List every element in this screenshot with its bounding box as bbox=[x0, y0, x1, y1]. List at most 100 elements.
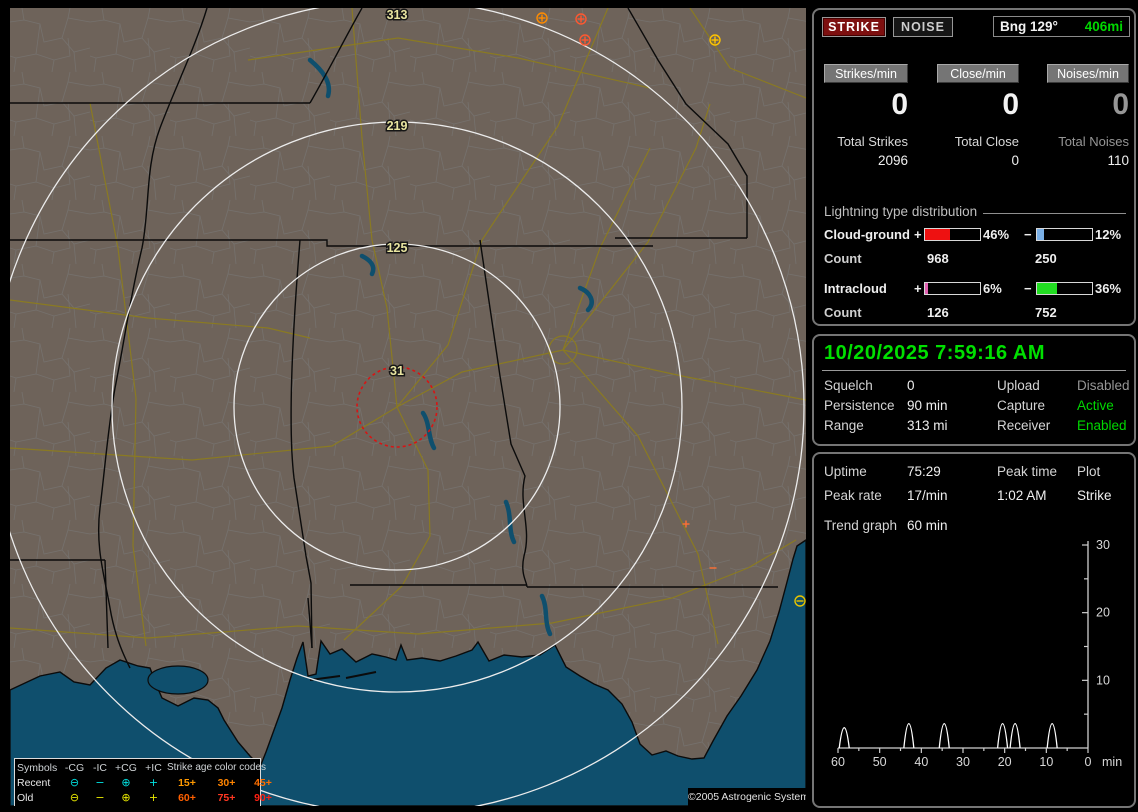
legend-header-neg-ic: -IC bbox=[93, 761, 107, 774]
squelch-label: Squelch bbox=[824, 378, 873, 393]
age-30: 30+ bbox=[217, 776, 236, 789]
plus-sign: + bbox=[914, 227, 922, 242]
intracloud-row: Intracloud + 6% − 36% bbox=[814, 281, 1138, 297]
ic-negative-bar bbox=[1036, 282, 1093, 295]
cg-positive-count: 968 bbox=[927, 251, 949, 266]
neg-cg-old-icon: ⊖ bbox=[69, 791, 80, 804]
strike-marker-+CG bbox=[575, 13, 587, 25]
trend-peak bbox=[938, 723, 950, 749]
trend-graph-label: Trend graph bbox=[824, 518, 898, 533]
x-axis-unit: min bbox=[1102, 755, 1122, 769]
ring-label-219: 219 bbox=[387, 119, 408, 133]
peak-time-value: 1:02 AM bbox=[997, 488, 1047, 503]
x-tick-label: 20 bbox=[998, 755, 1012, 769]
ic-positive-count: 126 bbox=[927, 305, 949, 320]
pos-ic-old-icon: + bbox=[148, 791, 159, 804]
lake-pontchartrain bbox=[147, 665, 209, 695]
y-tick-label: 10 bbox=[1096, 673, 1110, 687]
intracloud-label: Intracloud bbox=[824, 281, 887, 296]
cloud-ground-count-row: Count 968 250 bbox=[814, 251, 1138, 267]
divider bbox=[822, 370, 1126, 371]
trend-peak bbox=[996, 723, 1009, 749]
noise-mode-button[interactable]: NOISE bbox=[893, 17, 953, 37]
x-tick-label: 60 bbox=[831, 755, 845, 769]
persistence-label: Persistence bbox=[824, 398, 895, 413]
strike-stats-panel: STRIKE NOISE Bng 129° 406mi Strikes/min … bbox=[812, 8, 1136, 326]
minus-sign: − bbox=[1024, 227, 1032, 242]
ring-label-125: 125 bbox=[387, 241, 408, 255]
neg-ic-old-icon: − bbox=[95, 791, 105, 804]
receiver-status-panel: 10/20/2025 7:59:16 AM Squelch 0 Upload D… bbox=[812, 334, 1136, 446]
legend-header-age: Strike age color codes bbox=[167, 762, 266, 773]
capture-value: Active bbox=[1077, 398, 1114, 413]
map-svg: 31 125 219 313 bbox=[10, 8, 806, 806]
cg-negative-pct: 12% bbox=[1095, 227, 1122, 242]
cloud-ground-label: Cloud-ground bbox=[824, 227, 910, 242]
total-noises-label: Total Noises bbox=[1058, 134, 1129, 149]
total-noises-value: 110 bbox=[1107, 153, 1129, 168]
total-close-label: Total Close bbox=[954, 134, 1019, 149]
peak-rate-value: 17/min bbox=[907, 488, 948, 503]
squelch-value: 0 bbox=[907, 378, 915, 393]
bearing-readout: Bng 129° 406mi bbox=[993, 16, 1130, 37]
trend-peak bbox=[903, 723, 915, 749]
cg-negative-bar bbox=[1036, 228, 1093, 241]
x-tick-label: 40 bbox=[914, 755, 928, 769]
pos-cg-old-icon: ⊕ bbox=[121, 791, 131, 804]
legend-row-recent: Recent bbox=[17, 776, 51, 789]
close-per-min-value: 0 bbox=[1002, 88, 1019, 121]
trend-peak bbox=[1009, 723, 1021, 749]
cg-negative-count: 250 bbox=[1035, 251, 1057, 266]
bearing-value: Bng 129° bbox=[1000, 19, 1058, 34]
ic-negative-count: 752 bbox=[1035, 305, 1057, 320]
total-strikes-label: Total Strikes bbox=[837, 134, 908, 149]
noises-per-min-label: Noises/min bbox=[1047, 64, 1129, 83]
strike-marker-+CG bbox=[579, 34, 591, 46]
pos-ic-recent-icon: + bbox=[148, 776, 159, 789]
chart-axes bbox=[838, 541, 1089, 749]
peak-time-label: Peak time bbox=[997, 464, 1058, 479]
strike-marker-+CG bbox=[536, 12, 548, 24]
x-tick-label: 50 bbox=[873, 755, 887, 769]
copyright-notice: ©2005 Astrogenic Systems bbox=[688, 788, 806, 806]
strike-mode-button[interactable]: STRIKE bbox=[822, 17, 886, 37]
uptime-label: Uptime bbox=[824, 464, 867, 479]
legend-header-pos-cg: +CG bbox=[115, 761, 137, 774]
distribution-section-title: Lightning type distribution bbox=[824, 204, 1126, 219]
noises-per-min-value: 0 bbox=[1112, 88, 1129, 121]
x-tick-label: 30 bbox=[956, 755, 970, 769]
count-label: Count bbox=[824, 251, 862, 266]
ic-negative-pct: 36% bbox=[1095, 281, 1122, 296]
close-per-min-label: Close/min bbox=[937, 64, 1019, 83]
y-tick-label: 30 bbox=[1096, 538, 1110, 552]
legend-header-neg-cg: -CG bbox=[64, 761, 85, 774]
legend-header-pos-ic: +IC bbox=[145, 761, 162, 774]
neg-ic-recent-icon: − bbox=[95, 776, 105, 789]
strike-marker-+CG bbox=[709, 34, 721, 46]
age-15: 15+ bbox=[178, 776, 196, 789]
upload-value: Disabled bbox=[1077, 378, 1130, 393]
intracloud-count-row: Count 126 752 bbox=[814, 305, 1138, 321]
symbol-legend: Symbols -CG -IC +CG +IC Strike age color… bbox=[14, 758, 272, 806]
plot-value: Strike bbox=[1077, 488, 1112, 503]
cloud-ground-row: Cloud-ground + 46% − 12% bbox=[814, 227, 1138, 243]
cg-positive-bar bbox=[924, 228, 981, 241]
minus-sign: − bbox=[1024, 281, 1032, 296]
trend-peak bbox=[1046, 723, 1058, 749]
bearing-range-value: 406mi bbox=[1084, 19, 1123, 34]
cg-positive-pct: 46% bbox=[983, 227, 1010, 242]
range-label: Range bbox=[824, 418, 864, 433]
map-canvas[interactable]: 31 125 219 313 Symbols -CG -IC +CG +IC S… bbox=[10, 8, 806, 806]
distribution-title-text: Lightning type distribution bbox=[824, 204, 978, 219]
count-label: Count bbox=[824, 305, 862, 320]
pos-cg-recent-icon: ⊕ bbox=[121, 776, 131, 789]
strikes-per-min-label: Strikes/min bbox=[824, 64, 908, 83]
receiver-value: Enabled bbox=[1077, 418, 1127, 433]
neg-cg-recent-icon: ⊖ bbox=[69, 776, 80, 789]
y-tick-label: 20 bbox=[1096, 606, 1110, 620]
plot-label: Plot bbox=[1077, 464, 1101, 479]
strikes-per-min-value: 0 bbox=[891, 88, 908, 121]
trend-peak bbox=[838, 727, 850, 749]
datetime-display: 10/20/2025 7:59:16 AM bbox=[824, 342, 1046, 364]
plus-sign: + bbox=[914, 281, 922, 296]
